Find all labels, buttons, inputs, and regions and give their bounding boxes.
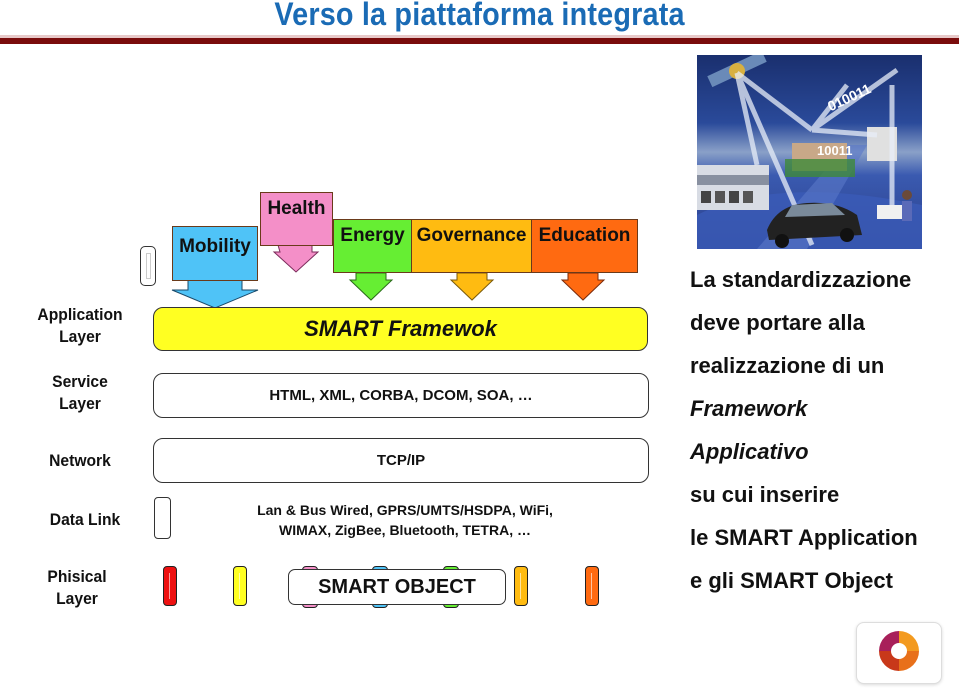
- datalink-line: Lan & Bus Wired, GPRS/UMTS/HSDPA, WiFi,: [257, 502, 553, 518]
- health-arrow: [272, 244, 320, 273]
- smart-framework-label: SMART Framewok: [304, 316, 497, 341]
- physical-object-orange: [514, 566, 528, 606]
- right-description: La standardizzazione deve portare alla r…: [690, 258, 918, 602]
- physical-object-dark-orange: [585, 566, 599, 606]
- smart-framework-box: SMART Framewok: [153, 307, 648, 351]
- logo-card: [856, 622, 942, 684]
- domain-label: Health: [267, 198, 326, 219]
- datalink-line: WIMAX, ZigBee, Bluetooth, TETRA, …: [279, 522, 531, 538]
- physical-object-yellow: [233, 566, 247, 606]
- description-line: realizzazione di un: [690, 353, 885, 378]
- domain-governance: Governance: [411, 219, 532, 273]
- mobility-arrow: [171, 279, 259, 309]
- network-layer-label: TCP/IP: [376, 452, 426, 469]
- domain-energy: Energy: [333, 219, 412, 273]
- swirl-logo-icon: [879, 631, 919, 671]
- illustration-graphic: 010011 10011: [697, 55, 922, 249]
- domain-health: Health: [260, 192, 333, 246]
- network-layer-box: TCP/IP: [153, 438, 649, 483]
- governance-arrow: [449, 272, 495, 301]
- smart-object-label: SMART OBJECT: [318, 575, 476, 598]
- service-layer-box: HTML, XML, CORBA, DCOM, SOA, …: [153, 373, 649, 418]
- smart-object-box: SMART OBJECT: [288, 569, 506, 605]
- description-line-emphasis: Applicativo: [690, 439, 809, 464]
- svg-text:10011: 10011: [817, 143, 852, 158]
- service-layer-label: HTML, XML, CORBA, DCOM, SOA, …: [269, 387, 533, 404]
- physical-object-red: [163, 566, 177, 606]
- domain-label: Governance: [416, 225, 527, 246]
- education-arrow: [560, 272, 606, 301]
- energy-arrow: [348, 272, 394, 301]
- description-line: La standardizzazione: [690, 267, 912, 292]
- description-line: su cui inserire: [690, 482, 840, 507]
- domain-label: Mobility: [179, 235, 251, 257]
- description-line: le SMART Application: [690, 525, 918, 550]
- description-line: deve portare alla: [690, 310, 865, 335]
- description-line: e gli SMART Object: [690, 568, 893, 593]
- datalink-device-icon: [154, 497, 171, 539]
- svg-text:010011: 010011: [825, 80, 874, 114]
- smart-city-illustration: 010011 10011: [697, 55, 922, 249]
- domain-label: Energy: [340, 225, 405, 246]
- domain-label: Education: [538, 225, 631, 246]
- datalink-text: Lan & Bus Wired, GPRS/UMTS/HSDPA, WiFi, …: [200, 500, 610, 540]
- domain-mobility: Mobility: [172, 226, 258, 281]
- domain-education: Education: [531, 219, 638, 273]
- description-line-emphasis: Framework: [690, 396, 808, 421]
